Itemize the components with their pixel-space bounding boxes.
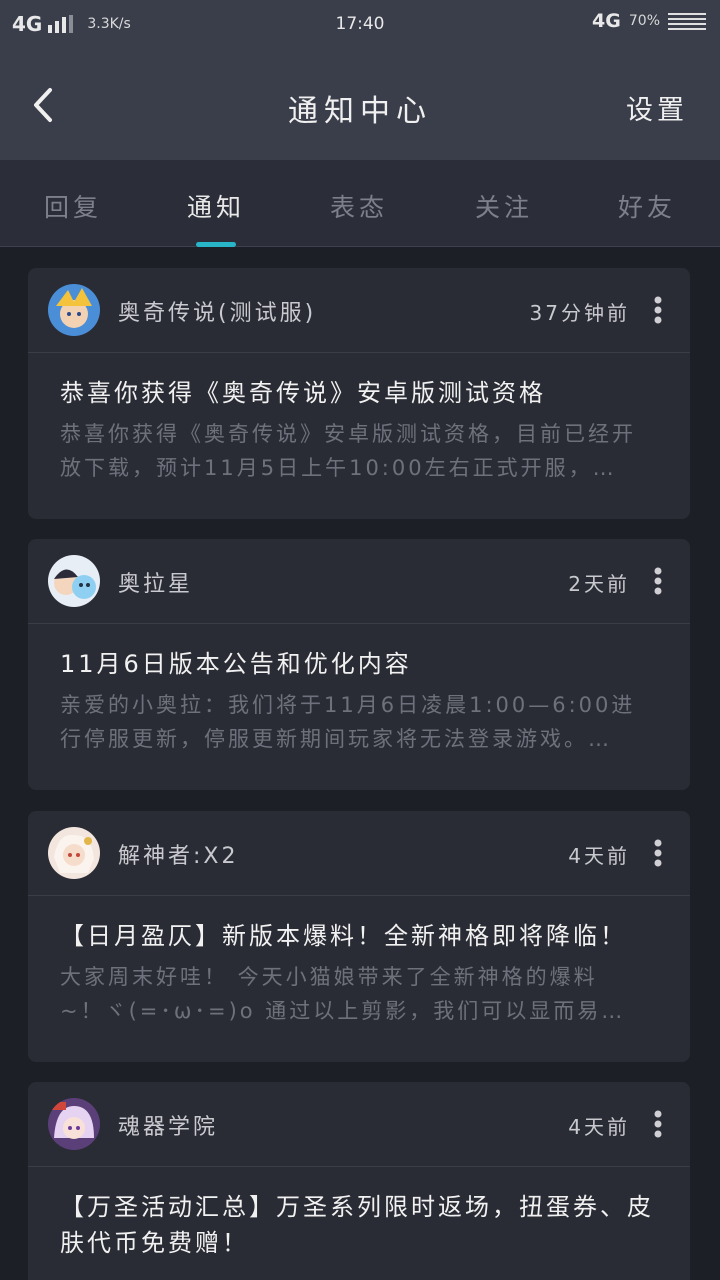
page-title: 通知中心 [288,94,432,129]
card-summary: 恭喜你获得《奥奇传说》安卓版测试资格，目前已经开放下载，预计11月5日上午10:… [60,422,636,480]
game-avatar-icon [48,827,100,879]
card-body: 11月6日版本公告和优化内容 亲爱的小奥拉：我们将于11月6日凌晨1:00—6:… [28,624,690,756]
card-source: 奥奇传说(测试服) [118,301,317,326]
tab-follows[interactable]: 关注 [449,188,559,224]
notification-list: 奥奇传说(测试服) 37分钟前 恭喜你获得《奥奇传说》安卓版测试资格 恭喜你获得… [0,247,720,1280]
tab-replies[interactable]: 回复 [18,188,128,224]
avatar[interactable] [48,1098,100,1150]
more-options-icon[interactable] [650,296,666,326]
avatar[interactable] [48,284,100,336]
avatar[interactable] [48,827,100,879]
card-title: 11月6日版本公告和优化内容 [60,650,412,678]
settings-button[interactable]: 设置 [626,88,688,127]
card-source: 奥拉星 [118,572,194,597]
card-body: 【万圣活动汇总】万圣系列限时返场，扭蛋券、皮肤代币免费赠！ [28,1167,690,1261]
more-options-icon[interactable] [650,839,666,869]
tab-reactions[interactable]: 表态 [304,188,414,224]
card-title: 【日月盈仄】新版本爆料！全新神格即将降临！ [60,922,627,950]
notification-card[interactable]: 奥奇传说(测试服) 37分钟前 恭喜你获得《奥奇传说》安卓版测试资格 恭喜你获得… [28,268,690,519]
tab-bar: 回复 通知 表态 关注 好友 [0,160,720,247]
card-header: 奥拉星 2天前 [28,539,690,624]
card-summary: 大家周末好哇！ 今天小猫娘带来了全新神格的爆料~！ヾ(=･ω･=)o 通过以上剪… [60,965,626,1023]
header: 通知中心 设置 [0,50,720,160]
card-source: 魂器学院 [118,1115,219,1140]
card-header: 魂器学院 4天前 [28,1082,690,1167]
more-options-icon[interactable] [650,1110,666,1140]
notification-card[interactable]: 魂器学院 4天前 【万圣活动汇总】万圣系列限时返场，扭蛋券、皮肤代币免费赠！ [28,1082,690,1280]
card-summary: 亲爱的小奥拉：我们将于11月6日凌晨1:00—6:00进行停服更新，停服更新期间… [60,693,636,751]
status-right: 4G 70% [592,10,706,32]
card-time: 2天前 [568,572,630,596]
avatar[interactable] [48,555,100,607]
game-avatar-icon [48,284,100,336]
card-header: 奥奇传说(测试服) 37分钟前 [28,268,690,353]
more-options-icon[interactable] [650,567,666,597]
notification-card[interactable]: 奥拉星 2天前 11月6日版本公告和优化内容 亲爱的小奥拉：我们将于11月6日凌… [28,539,690,790]
game-avatar-icon [48,555,100,607]
status-bar: 4G 3.3K/s 17:40 4G 70% [0,0,720,50]
tab-notifications[interactable]: 通知 [161,188,271,224]
tab-friends[interactable]: 好友 [592,188,702,224]
card-time: 4天前 [568,1115,630,1139]
network-type-right: 4G [592,10,621,32]
card-body: 【日月盈仄】新版本爆料！全新神格即将降临！ 大家周末好哇！ 今天小猫娘带来了全新… [28,896,690,1028]
card-body: 恭喜你获得《奥奇传说》安卓版测试资格 恭喜你获得《奥奇传说》安卓版测试资格，目前… [28,353,690,485]
notification-card[interactable]: 解神者:X2 4天前 【日月盈仄】新版本爆料！全新神格即将降临！ 大家周末好哇！… [28,811,690,1062]
card-title: 恭喜你获得《奥奇传说》安卓版测试资格 [60,379,546,407]
battery-level: 70% [628,13,660,29]
battery-icon [668,12,706,30]
card-time: 37分钟前 [529,301,630,325]
card-source: 解神者:X2 [118,844,239,869]
card-time: 4天前 [568,844,630,868]
card-header: 解神者:X2 4天前 [28,811,690,896]
card-title: 【万圣活动汇总】万圣系列限时返场，扭蛋券、皮肤代币免费赠！ [60,1193,654,1257]
game-avatar-icon [48,1098,100,1150]
